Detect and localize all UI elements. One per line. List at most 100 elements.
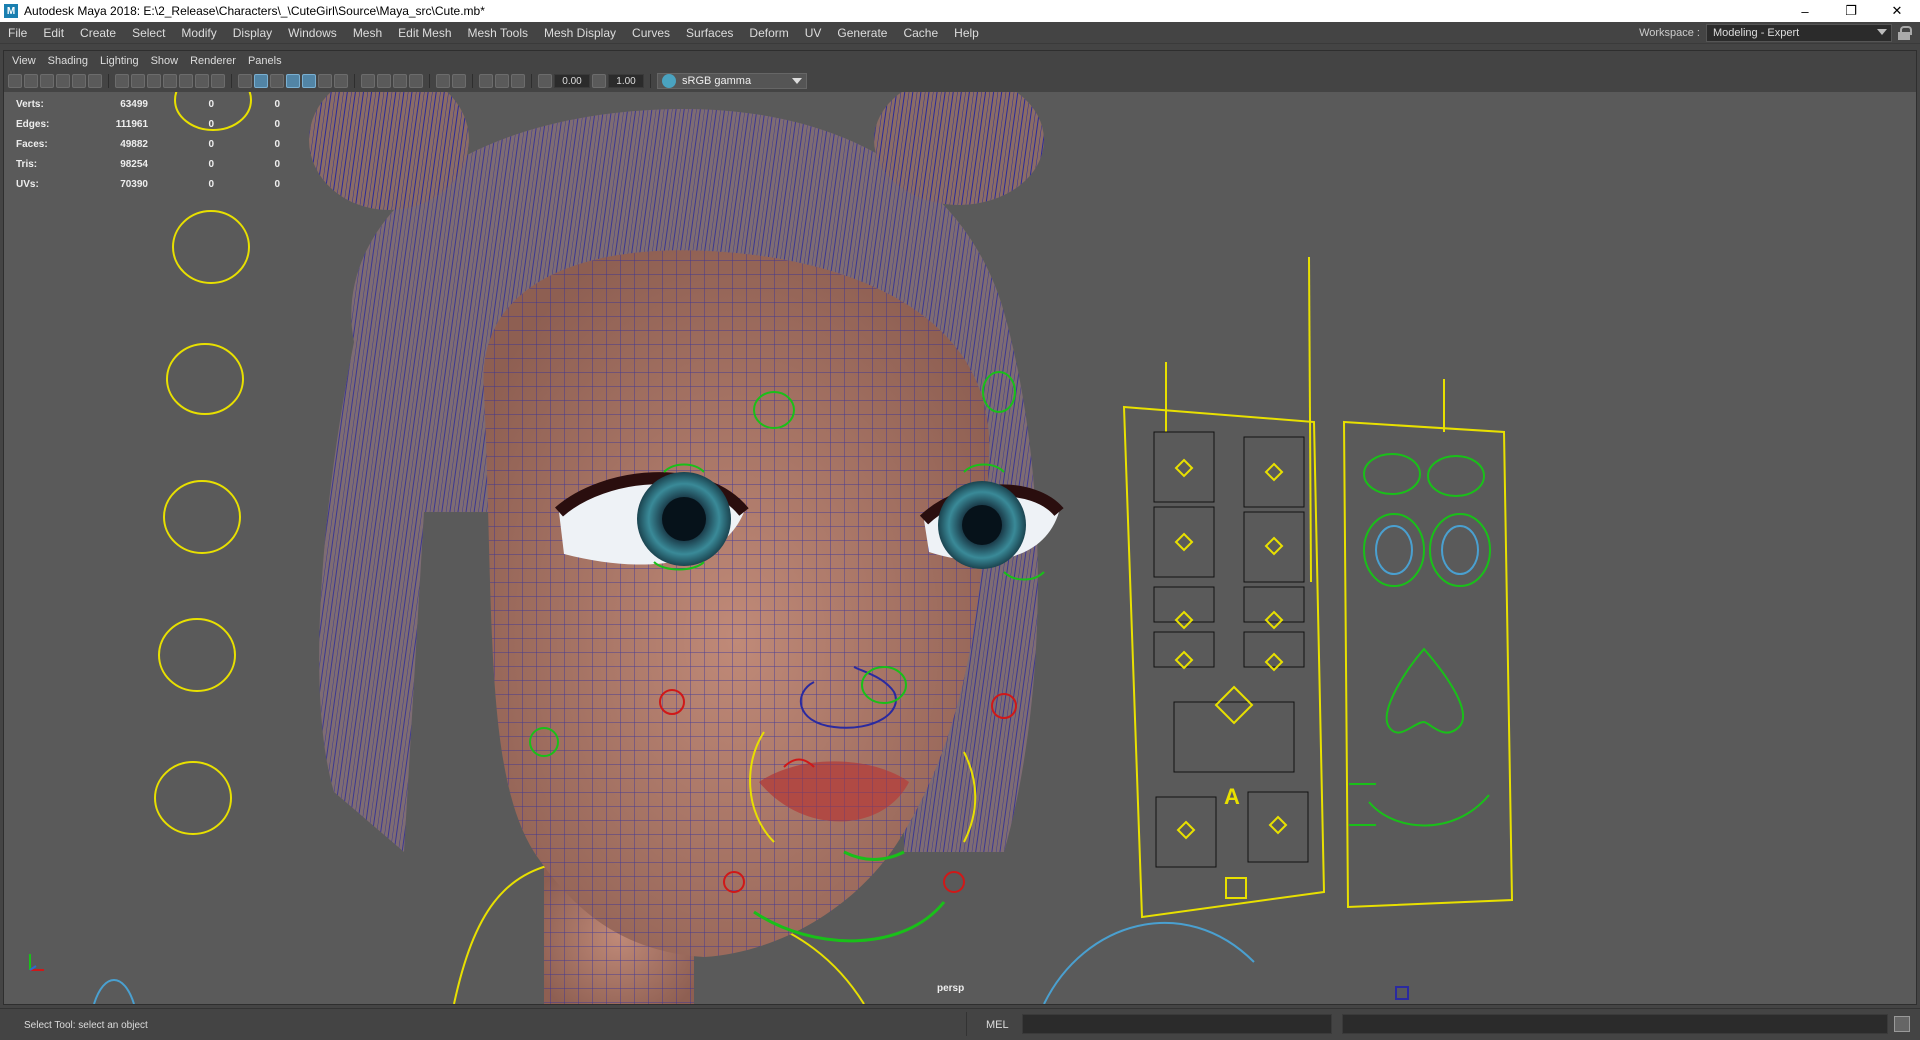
select-camera-icon[interactable] [8, 74, 22, 88]
hud-value: 0 [208, 118, 214, 130]
view-axis-icon [29, 954, 44, 971]
hud-row-verts: Verts: 63499 0 0 [16, 94, 280, 114]
main-menu-bar: File Edit Create Select Modify Display W… [0, 22, 1920, 44]
gamma-field[interactable]: 1.00 [608, 74, 644, 88]
menu-surfaces[interactable]: Surfaces [678, 22, 741, 44]
restore-button[interactable]: ❐ [1828, 0, 1874, 22]
depth-of-field-icon[interactable] [409, 74, 423, 88]
divider [966, 1012, 967, 1036]
exposure-icon[interactable] [538, 74, 552, 88]
toolbar-separator [429, 74, 430, 88]
perspective-viewport[interactable]: A [4, 92, 1916, 1004]
toolbar-separator [531, 74, 532, 88]
menu-curves[interactable]: Curves [624, 22, 678, 44]
hud-value: 63499 [120, 98, 148, 110]
grease-pencil-icon[interactable] [88, 74, 102, 88]
isolate-select-icon[interactable] [436, 74, 450, 88]
hud-row-tris: Tris: 98254 0 0 [16, 154, 280, 174]
bookmarks-icon[interactable] [40, 74, 54, 88]
xray-active-components-icon[interactable] [495, 74, 509, 88]
menu-display[interactable]: Display [225, 22, 280, 44]
hud-value: 0 [274, 118, 280, 130]
wireframe-on-shaded-icon[interactable] [286, 74, 300, 88]
hud-label: Verts: [16, 98, 44, 110]
hud-label: Faces: [16, 138, 48, 150]
hud-row-edges: Edges: 111961 0 0 [16, 114, 280, 134]
menu-deform[interactable]: Deform [741, 22, 796, 44]
menu-file[interactable]: File [0, 22, 35, 44]
color-management-icon[interactable] [662, 74, 676, 88]
workspace-label: Workspace : [1639, 27, 1700, 39]
wireframe-icon[interactable] [238, 74, 252, 88]
toolbar-separator [108, 74, 109, 88]
field-chart-icon[interactable] [179, 74, 193, 88]
panel-menu-view[interactable]: View [8, 55, 44, 67]
hud-value: 111961 [115, 118, 148, 130]
hud-value: 0 [274, 178, 280, 190]
menu-generate[interactable]: Generate [829, 22, 895, 44]
menu-cache[interactable]: Cache [895, 22, 946, 44]
menu-edit[interactable]: Edit [35, 22, 72, 44]
hud-value: 0 [208, 158, 214, 170]
hud-label: Tris: [16, 158, 38, 170]
exposure-field[interactable]: 0.00 [554, 74, 590, 88]
safe-action-icon[interactable] [195, 74, 209, 88]
menu-mesh[interactable]: Mesh [345, 22, 390, 44]
grid-icon[interactable] [115, 74, 129, 88]
panel-menu-panels[interactable]: Panels [244, 55, 290, 67]
command-input[interactable] [1022, 1014, 1332, 1034]
menu-help[interactable]: Help [946, 22, 987, 44]
use-all-lights-icon[interactable] [318, 74, 332, 88]
gamma-icon[interactable] [592, 74, 606, 88]
panel-menu-show[interactable]: Show [147, 55, 187, 67]
toolbar-separator [231, 74, 232, 88]
2d-pan-zoom-icon[interactable] [72, 74, 86, 88]
screen-space-ao-icon[interactable] [361, 74, 375, 88]
menu-create[interactable]: Create [72, 22, 124, 44]
help-line: Select Tool: select an object [24, 1020, 148, 1031]
workspace-value: Modeling - Expert [1713, 27, 1800, 39]
textured-icon[interactable] [302, 74, 316, 88]
resolution-gate-icon[interactable] [147, 74, 161, 88]
script-editor-icon[interactable] [1894, 1016, 1910, 1032]
title-bar: M Autodesk Maya 2018: E:\2_Release\Chara… [0, 0, 1920, 22]
menu-edit-mesh[interactable]: Edit Mesh [390, 22, 459, 44]
panel-menu-renderer[interactable]: Renderer [186, 55, 244, 67]
lock-icon[interactable] [1898, 26, 1912, 40]
command-language-toggle[interactable]: MEL [986, 1019, 1009, 1031]
window-controls: – ❐ ✕ [1782, 0, 1920, 22]
close-button[interactable]: ✕ [1874, 0, 1920, 22]
hud-value: 0 [274, 98, 280, 110]
panel-menu-shading[interactable]: Shading [44, 55, 96, 67]
panel-menu-lighting[interactable]: Lighting [96, 55, 147, 67]
film-gate-icon[interactable] [131, 74, 145, 88]
menu-uv[interactable]: UV [797, 22, 830, 44]
chevron-down-icon [1877, 29, 1887, 35]
hud-value: 0 [274, 158, 280, 170]
menu-mesh-tools[interactable]: Mesh Tools [460, 22, 536, 44]
panel-toolbar: 0.00 1.00 sRGB gamma [8, 72, 1912, 90]
camera-attributes-icon[interactable] [24, 74, 38, 88]
menu-windows[interactable]: Windows [280, 22, 345, 44]
smooth-shade-icon[interactable] [254, 74, 268, 88]
view-transform-dropdown[interactable]: sRGB gamma [657, 73, 807, 89]
hud-label: UVs: [16, 178, 39, 190]
shadows-icon[interactable] [334, 74, 348, 88]
gate-mask-icon[interactable] [163, 74, 177, 88]
chevron-down-icon [792, 78, 802, 84]
multisample-aa-icon[interactable] [393, 74, 407, 88]
safe-title-icon[interactable] [211, 74, 225, 88]
menu-mesh-display[interactable]: Mesh Display [536, 22, 624, 44]
xray-joints-icon[interactable] [479, 74, 493, 88]
command-result-field [1342, 1014, 1888, 1034]
minimize-button[interactable]: – [1782, 0, 1828, 22]
menu-select[interactable]: Select [124, 22, 173, 44]
backface-culling-icon[interactable] [511, 74, 525, 88]
image-plane-icon[interactable] [56, 74, 70, 88]
workspace-dropdown[interactable]: Modeling - Expert [1706, 24, 1892, 42]
default-material-icon[interactable] [270, 74, 284, 88]
menu-modify[interactable]: Modify [173, 22, 224, 44]
scene-render: A [93, 92, 1514, 1004]
motion-blur-icon[interactable] [377, 74, 391, 88]
xray-icon[interactable] [452, 74, 466, 88]
